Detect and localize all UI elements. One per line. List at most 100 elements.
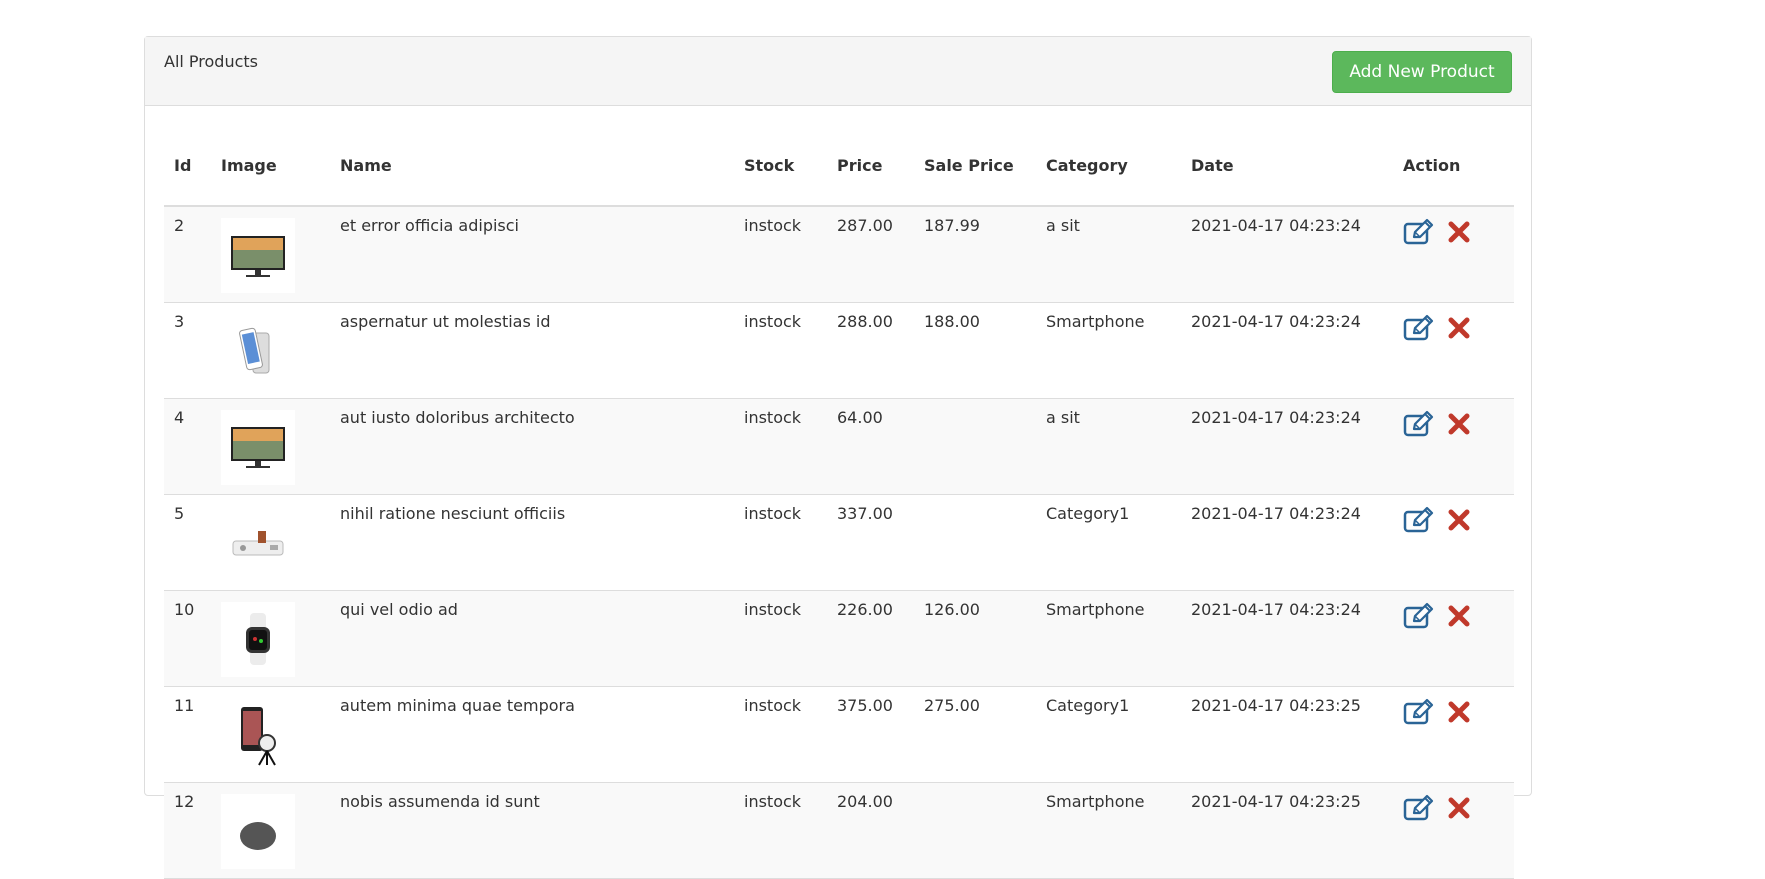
cell-category: Smartphone xyxy=(1036,590,1181,687)
cell-image xyxy=(211,302,330,399)
cell-stock: instock xyxy=(734,398,827,495)
edit-icon[interactable] xyxy=(1403,794,1435,822)
product-thumbnail xyxy=(221,313,295,389)
cell-action xyxy=(1393,398,1514,495)
cell-image xyxy=(211,206,330,303)
cell-id: 11 xyxy=(164,686,211,783)
column-header-date: Date xyxy=(1181,125,1393,207)
cell-name: autem minima quae tempora xyxy=(330,686,734,783)
cell-stock: instock xyxy=(734,206,827,303)
row-actions xyxy=(1403,794,1504,822)
column-header-sale-price: Sale Price xyxy=(914,125,1036,207)
product-thumbnail xyxy=(221,409,295,485)
cell-sale-price: 126.00 xyxy=(914,590,1036,687)
tv-image xyxy=(231,427,285,468)
cell-date: 2021-04-17 04:23:24 xyxy=(1181,494,1393,591)
table-row: 2 et error officia adipisci instock 287.… xyxy=(164,206,1514,303)
cell-price: 337.00 xyxy=(827,494,914,591)
edit-icon[interactable] xyxy=(1403,410,1435,438)
row-actions xyxy=(1403,314,1504,342)
table-row: 4 aut iusto doloribus architecto instock… xyxy=(164,398,1514,495)
table-row: 5 nihil ratione nesciunt officiis instoc… xyxy=(164,494,1514,591)
cell-image xyxy=(211,686,330,783)
cell-sale-price xyxy=(914,494,1036,591)
cell-image xyxy=(211,782,330,879)
cell-price: 287.00 xyxy=(827,206,914,303)
products-panel: All Products Add New Product Id Image Na… xyxy=(144,36,1532,879)
cell-date: 2021-04-17 04:23:25 xyxy=(1181,782,1393,879)
cell-sale-price xyxy=(914,782,1036,879)
add-new-product-button[interactable]: Add New Product xyxy=(1332,51,1512,93)
products-table-wrap: Id Image Name Stock Price Sale Price Cat… xyxy=(164,125,1514,879)
delete-icon[interactable] xyxy=(1447,700,1471,724)
cell-id: 2 xyxy=(164,206,211,303)
product-thumbnail xyxy=(221,505,295,581)
cell-sale-price xyxy=(914,398,1036,495)
cell-category: a sit xyxy=(1036,206,1181,303)
cell-name: aspernatur ut molestias id xyxy=(330,302,734,399)
column-header-id: Id xyxy=(164,125,211,207)
delete-icon[interactable] xyxy=(1447,220,1471,244)
cell-date: 2021-04-17 04:23:24 xyxy=(1181,206,1393,303)
cell-category: a sit xyxy=(1036,398,1181,495)
cell-name: et error officia adipisci xyxy=(330,206,734,303)
edit-icon[interactable] xyxy=(1403,602,1435,630)
cell-price: 288.00 xyxy=(827,302,914,399)
edit-icon[interactable] xyxy=(1403,314,1435,342)
product-thumbnail xyxy=(221,697,295,773)
column-header-price: Price xyxy=(827,125,914,207)
cell-action xyxy=(1393,302,1514,399)
cell-sale-price: 275.00 xyxy=(914,686,1036,783)
edit-icon[interactable] xyxy=(1403,506,1435,534)
cell-stock: instock xyxy=(734,686,827,783)
table-row: 3 aspernatur ut molestias id instock 288… xyxy=(164,302,1514,399)
cell-action xyxy=(1393,494,1514,591)
column-header-name: Name xyxy=(330,125,734,207)
delete-icon[interactable] xyxy=(1447,604,1471,628)
cell-id: 5 xyxy=(164,494,211,591)
cell-date: 2021-04-17 04:23:24 xyxy=(1181,302,1393,399)
table-row: 12 nobis assumenda id sunt instock 204.0… xyxy=(164,782,1514,879)
table-row: 11 autem minima quae tempora instock 375… xyxy=(164,686,1514,783)
row-actions xyxy=(1403,506,1504,534)
cell-sale-price: 187.99 xyxy=(914,206,1036,303)
delete-icon[interactable] xyxy=(1447,508,1471,532)
delete-icon[interactable] xyxy=(1447,316,1471,340)
product-thumbnail xyxy=(221,218,295,293)
cell-image xyxy=(211,494,330,591)
cell-category: Smartphone xyxy=(1036,782,1181,879)
edit-icon[interactable] xyxy=(1403,698,1435,726)
cell-id: 4 xyxy=(164,398,211,495)
cell-price: 64.00 xyxy=(827,398,914,495)
table-row: 10 qui vel odio ad instock 226.00 126.00… xyxy=(164,590,1514,687)
cell-name: nihil ratione nesciunt officiis xyxy=(330,494,734,591)
edit-icon[interactable] xyxy=(1403,218,1435,246)
delete-icon[interactable] xyxy=(1447,412,1471,436)
cell-sale-price: 188.00 xyxy=(914,302,1036,399)
cell-stock: instock xyxy=(734,782,827,879)
cell-action xyxy=(1393,686,1514,783)
speaker-dock-image xyxy=(232,531,284,556)
cell-id: 12 xyxy=(164,782,211,879)
column-header-stock: Stock xyxy=(734,125,827,207)
tv-image xyxy=(231,235,285,277)
smartwatch-image xyxy=(246,613,270,665)
cell-image xyxy=(211,398,330,495)
cell-stock: instock xyxy=(734,302,827,399)
product-thumbnail xyxy=(221,601,295,677)
cell-category: Smartphone xyxy=(1036,302,1181,399)
cell-image xyxy=(211,590,330,687)
delete-icon[interactable] xyxy=(1447,796,1471,820)
page-title: All Products xyxy=(164,52,259,71)
cell-action xyxy=(1393,782,1514,879)
cell-name: nobis assumenda id sunt xyxy=(330,782,734,879)
row-actions xyxy=(1403,602,1504,630)
cell-price: 204.00 xyxy=(827,782,914,879)
cell-action xyxy=(1393,206,1514,303)
cell-date: 2021-04-17 04:23:25 xyxy=(1181,686,1393,783)
cell-id: 3 xyxy=(164,302,211,399)
smartphone-image xyxy=(239,327,270,374)
column-header-image: Image xyxy=(211,125,330,207)
row-actions xyxy=(1403,698,1504,726)
cell-price: 375.00 xyxy=(827,686,914,783)
